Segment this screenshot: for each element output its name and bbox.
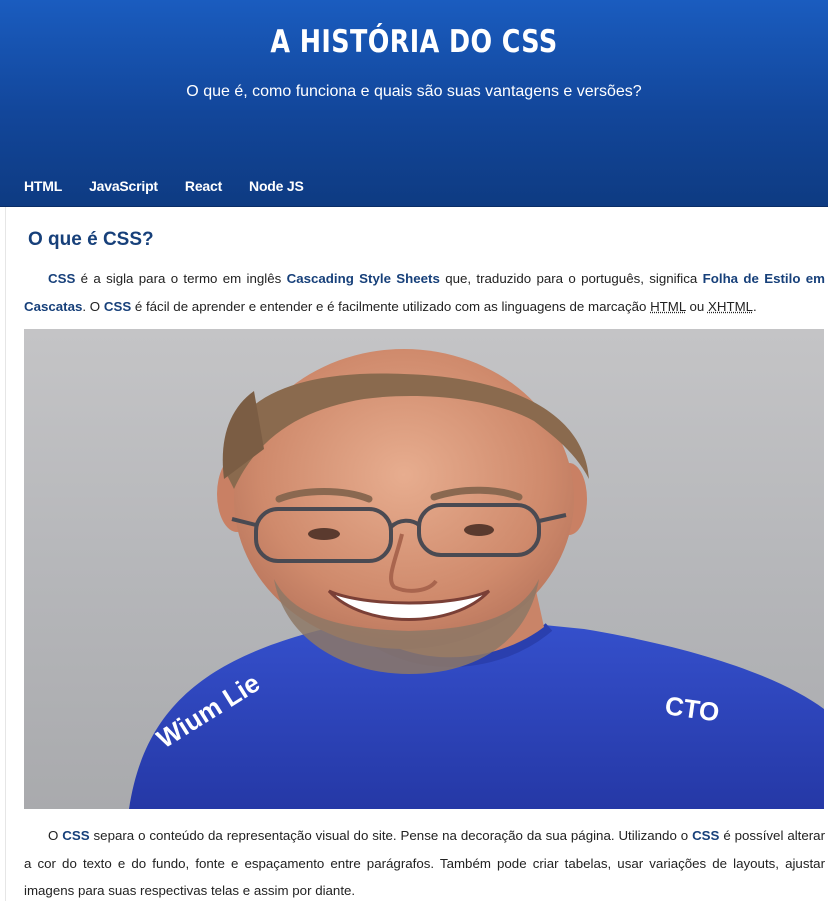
site-header: A HISTÓRIA DO CSS O que é, como funciona… (0, 0, 828, 207)
text-fragment: O (48, 828, 63, 843)
text-fragment: ou (685, 298, 708, 314)
term-css: CSS (62, 828, 90, 843)
text-fragment: . O (82, 298, 104, 314)
body-paragraph: O CSS separa o conteúdo da representação… (24, 822, 825, 905)
main-nav: HTML JavaScript React Node JS (24, 178, 304, 194)
term-css: CSS (103, 298, 132, 314)
section-title: O que é CSS? (28, 229, 154, 250)
intro-paragraph: CSS é a sigla para o termo em inglês Cas… (24, 265, 825, 320)
main-content: O que é CSS? CSS é a sigla para o termo … (5, 207, 828, 901)
text-fragment: que, traduzido para o português, signifi… (439, 271, 703, 286)
text-fragment: é fácil de aprender e entender e é facil… (131, 298, 651, 314)
abbr-html[interactable]: HTML (650, 299, 686, 314)
text-fragment: é a sigla para o termo em inglês (75, 271, 287, 286)
portrait-photo: Wium Lie CTO (24, 329, 824, 809)
term-css: CSS (48, 271, 76, 286)
nav-link-html[interactable]: HTML (24, 178, 62, 194)
portrait-illustration: Wium Lie CTO (129, 349, 824, 809)
site-title: A HISTÓRIA DO CSS (270, 24, 558, 60)
text-fragment: . (753, 298, 757, 314)
nav-link-nodejs[interactable]: Node JS (249, 178, 304, 194)
nav-link-react[interactable]: React (185, 178, 222, 194)
text-fragment: separa o conteúdo da representação visua… (89, 828, 693, 843)
term-css: CSS (692, 828, 720, 843)
nav-link-javascript[interactable]: JavaScript (89, 178, 158, 194)
term-cascading-style-sheets: Cascading Style Sheets (286, 271, 440, 286)
abbr-xhtml[interactable]: XHTML (708, 299, 753, 314)
site-subtitle: O que é, como funciona e quais são suas … (186, 83, 642, 100)
